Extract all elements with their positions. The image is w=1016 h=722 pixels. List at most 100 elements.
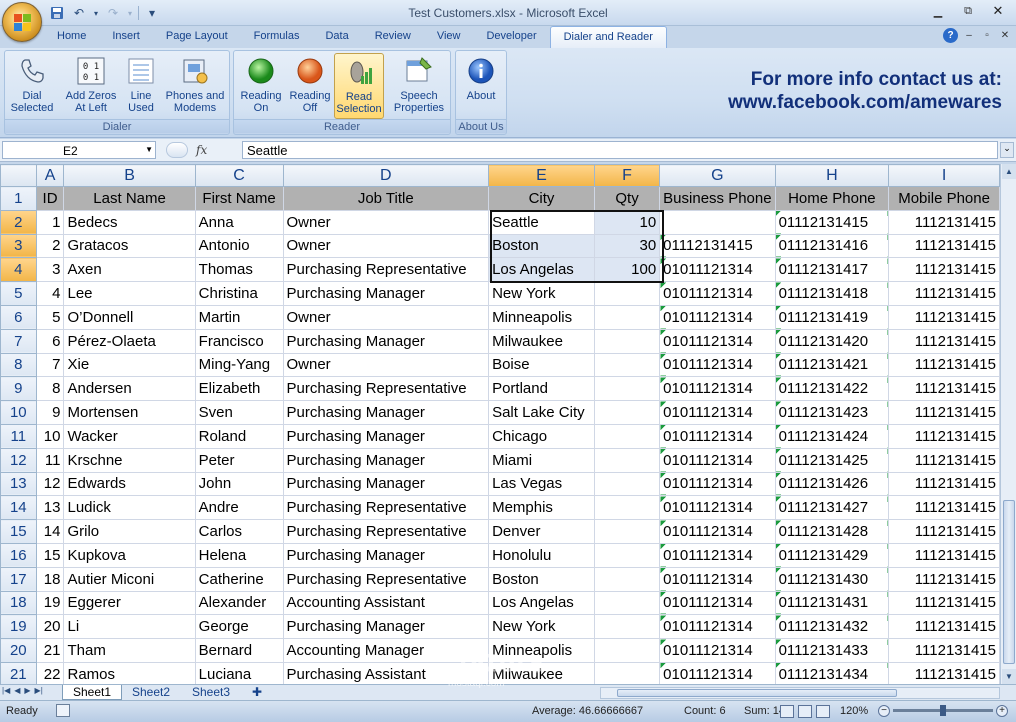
tab-home[interactable]: Home — [44, 26, 99, 48]
table-cell[interactable]: Purchasing Representative — [282, 495, 490, 521]
table-cell[interactable]: Owner — [282, 233, 490, 259]
table-cell[interactable] — [593, 447, 661, 473]
table-cell[interactable]: New York — [488, 614, 595, 640]
table-cell[interactable]: Memphis — [488, 495, 595, 521]
table-cell[interactable]: 4 — [35, 281, 65, 306]
table-cell[interactable]: 01112131423 — [774, 400, 890, 425]
table-cell[interactable]: 01112131418 — [774, 281, 890, 306]
table-cell[interactable]: Purchasing Representative — [282, 566, 490, 592]
table-cell[interactable]: Honolulu — [488, 542, 595, 568]
table-cell[interactable]: 01112131417 — [774, 257, 890, 283]
normal-view-icon[interactable] — [780, 705, 794, 718]
table-cell[interactable]: Milwaukee — [488, 661, 595, 684]
table-cell[interactable]: Li — [63, 614, 196, 640]
table-cell[interactable]: Accounting Manager — [282, 638, 490, 663]
table-cell[interactable]: Los Angelas — [488, 590, 595, 616]
table-cell[interactable]: 14 — [35, 519, 65, 544]
column-header-a[interactable]: A — [35, 164, 65, 187]
tab-developer[interactable]: Developer — [473, 26, 549, 48]
tab-page-layout[interactable]: Page Layout — [153, 26, 241, 48]
table-cell[interactable]: 3 — [35, 257, 65, 283]
table-cell[interactable]: 01112131433 — [774, 638, 890, 663]
table-cell[interactable]: 01011121314 — [659, 447, 776, 473]
formula-input[interactable]: Seattle — [242, 141, 998, 159]
tab-data[interactable]: Data — [312, 26, 361, 48]
table-cell[interactable]: Grilo — [63, 519, 196, 544]
restore-button[interactable]: ⧉ — [954, 2, 982, 20]
help-icon[interactable]: ? — [943, 28, 958, 43]
table-cell[interactable]: Xie — [63, 352, 196, 378]
table-cell[interactable]: Accounting Assistant — [282, 590, 490, 616]
table-cell[interactable]: 01112131428 — [774, 519, 890, 544]
table-cell[interactable]: 01112131430 — [774, 566, 890, 592]
table-cell[interactable]: Ramos — [63, 661, 196, 684]
name-box-dropdown-icon[interactable]: ▼ — [145, 145, 153, 154]
workbook-close-button[interactable]: ✕ — [998, 29, 1012, 43]
row-header[interactable]: 20 — [0, 638, 37, 663]
table-cell[interactable]: 1112131415 — [888, 614, 1000, 640]
table-cell[interactable]: Autier Miconi — [63, 566, 196, 592]
reading-off-button[interactable]: Reading Off — [286, 53, 334, 119]
table-cell[interactable]: 10 — [35, 423, 65, 449]
table-cell[interactable]: 01112131416 — [774, 233, 890, 259]
table-cell[interactable]: Bedecs — [63, 209, 196, 235]
table-header-cell[interactable]: Business Phone — [659, 186, 776, 211]
table-cell[interactable] — [593, 661, 661, 684]
close-button[interactable]: ✕ — [984, 2, 1012, 20]
table-cell[interactable]: Gratacos — [63, 233, 196, 259]
table-cell[interactable] — [593, 495, 661, 521]
table-cell[interactable]: 1112131415 — [888, 495, 1000, 521]
column-header-b[interactable]: B — [63, 164, 196, 187]
table-cell[interactable]: Elizabeth — [194, 376, 284, 402]
table-cell[interactable]: Purchasing Manager — [282, 328, 490, 354]
table-cell[interactable]: 5 — [35, 304, 65, 330]
row-header[interactable]: 16 — [0, 542, 37, 568]
table-cell[interactable]: 1112131415 — [888, 209, 1000, 235]
name-box[interactable]: E2 ▼ — [2, 141, 156, 159]
table-cell[interactable]: 01011121314 — [659, 542, 776, 568]
table-cell[interactable] — [659, 209, 776, 235]
dial-selected-button[interactable]: Dial Selected — [7, 53, 57, 119]
table-cell[interactable]: Pérez-Olaeta — [63, 328, 196, 354]
table-header-cell[interactable]: Mobile Phone — [888, 186, 1000, 211]
table-cell[interactable]: 01011121314 — [659, 328, 776, 354]
sheet-tab-sheet2[interactable]: Sheet2 — [122, 685, 180, 700]
table-cell[interactable]: Owner — [282, 352, 490, 378]
select-all-corner[interactable] — [0, 164, 37, 187]
table-cell[interactable]: 01011121314 — [659, 614, 776, 640]
table-cell[interactable] — [593, 304, 661, 330]
table-cell[interactable] — [593, 376, 661, 402]
table-cell[interactable]: Denver — [488, 519, 595, 544]
table-cell[interactable]: 1112131415 — [888, 471, 1000, 497]
table-header-cell[interactable]: Home Phone — [774, 186, 890, 211]
table-cell[interactable]: Peter — [194, 447, 284, 473]
table-cell[interactable]: Purchasing Assistant — [282, 661, 490, 684]
table-cell[interactable]: 1112131415 — [888, 566, 1000, 592]
tab-review[interactable]: Review — [362, 26, 424, 48]
table-cell[interactable]: 1112131415 — [888, 638, 1000, 663]
table-cell[interactable]: 01112131420 — [774, 328, 890, 354]
table-cell[interactable]: Kupkova — [63, 542, 196, 568]
zoom-slider-knob[interactable] — [940, 705, 946, 716]
row-header[interactable]: 8 — [0, 352, 37, 378]
last-sheet-icon[interactable]: ▶| — [35, 686, 43, 695]
table-cell[interactable]: 1112131415 — [888, 519, 1000, 544]
table-cell[interactable]: 01112131426 — [774, 471, 890, 497]
add-zeros-button[interactable]: 0 10 1 Add Zeros At Left — [61, 53, 121, 119]
table-cell[interactable]: 11 — [35, 447, 65, 473]
table-cell[interactable] — [593, 423, 661, 449]
column-header-f[interactable]: F — [593, 164, 661, 187]
insert-function-icon[interactable]: fx — [196, 143, 207, 157]
column-header-g[interactable]: G — [659, 164, 776, 187]
table-cell[interactable]: Wacker — [63, 423, 196, 449]
table-cell[interactable] — [593, 352, 661, 378]
table-cell[interactable] — [593, 638, 661, 663]
table-cell[interactable]: 01011121314 — [659, 376, 776, 402]
column-header-c[interactable]: C — [194, 164, 284, 187]
horizontal-scrollbar[interactable] — [600, 687, 1000, 699]
table-cell[interactable]: 01112131425 — [774, 447, 890, 473]
table-cell[interactable]: Portland — [488, 376, 595, 402]
table-cell[interactable]: Mortensen — [63, 400, 196, 425]
column-header-e[interactable]: E — [488, 164, 595, 187]
table-cell[interactable]: Sven — [194, 400, 284, 425]
